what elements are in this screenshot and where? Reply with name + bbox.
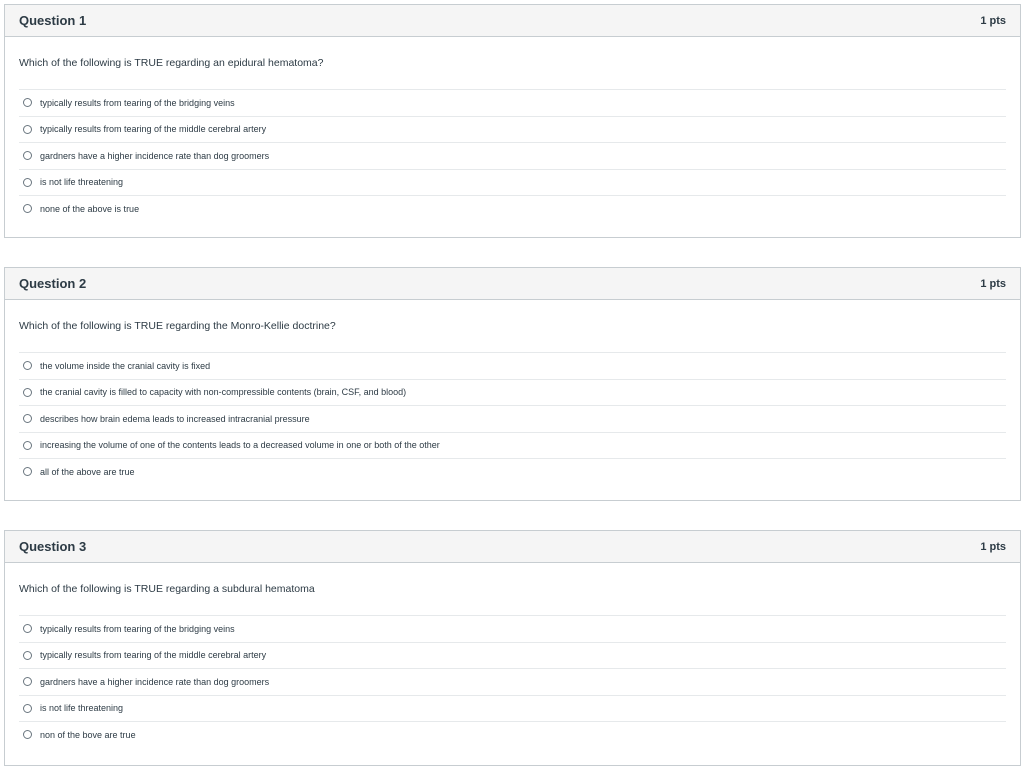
answer-label: typically results from tearing of the mi… xyxy=(40,650,267,661)
radio-button-icon[interactable] xyxy=(23,677,32,687)
answer-option[interactable]: gardners have a higher incidence rate th… xyxy=(19,668,1006,695)
question-text: Which of the following is TRUE regarding… xyxy=(19,57,324,69)
radio-button-icon[interactable] xyxy=(23,624,32,634)
answer-option[interactable]: the volume inside the cranial cavity is … xyxy=(19,352,1006,379)
radio-button-icon[interactable] xyxy=(23,361,32,371)
answer-list: typically results from tearing of the br… xyxy=(19,615,1006,748)
question-text: Which of the following is TRUE regarding… xyxy=(19,320,336,332)
answer-list: typically results from tearing of the br… xyxy=(19,89,1006,222)
answer-option[interactable]: all of the above are true xyxy=(19,458,1006,485)
answer-option[interactable]: is not life threatening xyxy=(19,168,1006,196)
answer-option[interactable]: none of the above is true xyxy=(19,195,1006,222)
answer-option[interactable]: increasing the volume of one of the cont… xyxy=(19,431,1006,459)
answer-list: the volume inside the cranial cavity is … xyxy=(19,352,1006,485)
radio-button-icon[interactable] xyxy=(23,98,32,108)
question-title: Question 1 xyxy=(19,13,87,28)
answer-label: none of the above is true xyxy=(40,203,140,214)
question-points: 1 pts xyxy=(980,14,1006,27)
radio-button-icon[interactable] xyxy=(23,151,32,161)
answer-option[interactable]: describes how brain edema leads to incre… xyxy=(19,405,1006,432)
question-3: Question 3 1 pts Which of the following … xyxy=(4,530,1021,766)
radio-button-icon[interactable] xyxy=(23,730,32,740)
question-1: Question 1 1 pts Which of the following … xyxy=(4,4,1021,238)
radio-button-icon[interactable] xyxy=(23,204,32,214)
question-header: Question 3 1 pts xyxy=(5,531,1020,563)
answer-label: non of the bove are true xyxy=(40,729,136,740)
answer-option[interactable]: typically results from tearing of the br… xyxy=(19,89,1006,116)
question-title: Question 3 xyxy=(19,539,87,554)
question-2: Question 2 1 pts Which of the following … xyxy=(4,267,1021,501)
answer-option[interactable]: non of the bove are true xyxy=(19,721,1006,748)
answer-label: increasing the volume of one of the cont… xyxy=(40,440,440,451)
radio-button-icon[interactable] xyxy=(23,467,32,477)
answer-label: gardners have a higher incidence rate th… xyxy=(40,150,270,161)
answer-label: typically results from tearing of the mi… xyxy=(40,124,267,135)
question-title: Question 2 xyxy=(19,276,87,291)
answer-label: all of the above are true xyxy=(40,466,135,477)
radio-button-icon[interactable] xyxy=(23,124,32,134)
question-points: 1 pts xyxy=(980,540,1006,553)
radio-button-icon[interactable] xyxy=(23,387,32,397)
answer-option[interactable]: the cranial cavity is filled to capacity… xyxy=(19,378,1006,406)
answer-label: the cranial cavity is filled to capacity… xyxy=(40,387,407,398)
answer-option[interactable]: typically results from tearing of the mi… xyxy=(19,115,1006,143)
answer-option[interactable]: typically results from tearing of the br… xyxy=(19,615,1006,642)
radio-button-icon[interactable] xyxy=(23,177,32,187)
answer-option[interactable]: is not life threatening xyxy=(19,694,1006,722)
question-header: Question 1 1 pts xyxy=(5,5,1020,37)
answer-label: the volume inside the cranial cavity is … xyxy=(40,360,211,371)
answer-label: describes how brain edema leads to incre… xyxy=(40,413,310,424)
question-points: 1 pts xyxy=(980,277,1006,290)
radio-button-icon[interactable] xyxy=(23,703,32,713)
answer-label: typically results from tearing of the br… xyxy=(40,97,235,108)
answer-option[interactable]: gardners have a higher incidence rate th… xyxy=(19,142,1006,169)
radio-button-icon[interactable] xyxy=(23,414,32,424)
answer-option[interactable]: typically results from tearing of the mi… xyxy=(19,641,1006,669)
radio-button-icon[interactable] xyxy=(23,440,32,450)
question-header: Question 2 1 pts xyxy=(5,268,1020,300)
question-text: Which of the following is TRUE regarding… xyxy=(19,583,315,595)
answer-label: gardners have a higher incidence rate th… xyxy=(40,676,270,687)
answer-label: is not life threatening xyxy=(40,177,124,188)
answer-label: is not life threatening xyxy=(40,703,124,714)
quiz: Question 1 1 pts Which of the following … xyxy=(0,0,1024,767)
radio-button-icon[interactable] xyxy=(23,650,32,660)
answer-label: typically results from tearing of the br… xyxy=(40,623,235,634)
